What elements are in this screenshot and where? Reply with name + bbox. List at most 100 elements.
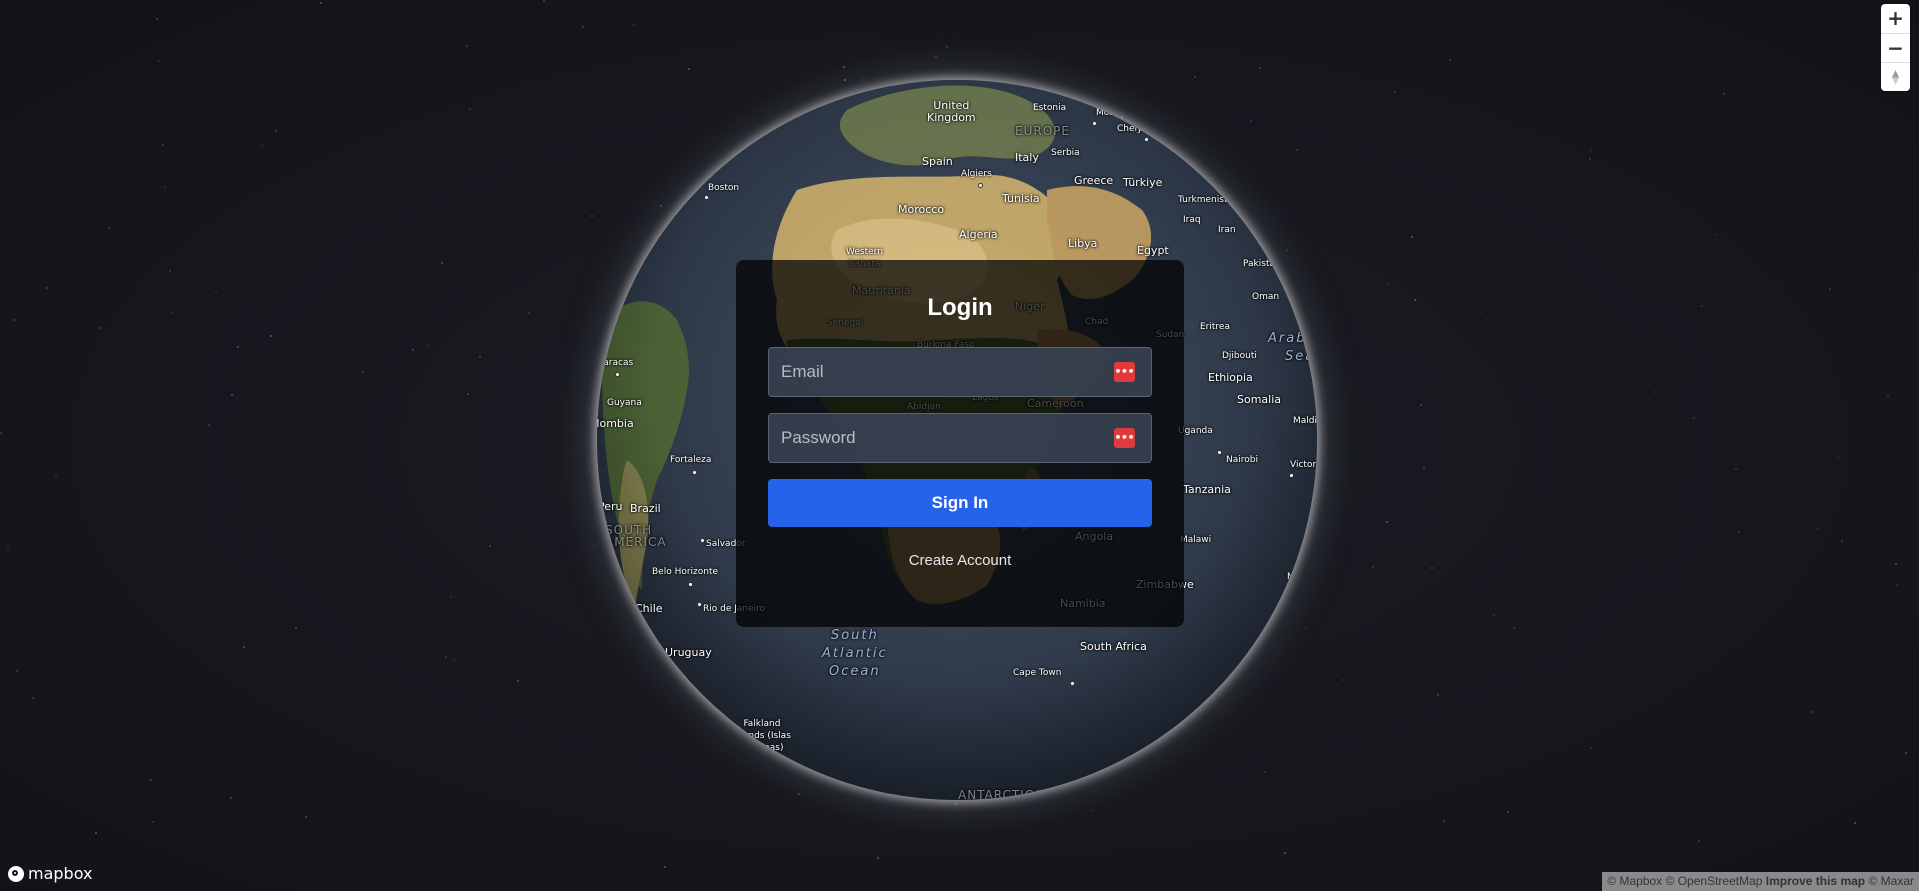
star	[1194, 76, 1196, 78]
star	[261, 145, 263, 147]
zoom-out-button[interactable]: −	[1881, 33, 1910, 62]
city-marker	[700, 538, 705, 543]
map-label-serbia: Serbia	[1051, 148, 1080, 158]
password-manager-icon[interactable]: •••	[1114, 362, 1135, 382]
star	[582, 26, 584, 28]
map-label-iran: Iran	[1218, 225, 1236, 235]
map-label-europe: EUROPE	[1015, 124, 1070, 138]
star	[591, 215, 593, 217]
star	[158, 60, 160, 62]
sign-in-button[interactable]: Sign In	[768, 479, 1152, 527]
star	[946, 46, 948, 48]
star	[877, 857, 879, 859]
star	[46, 287, 48, 289]
city-marker	[1217, 450, 1222, 455]
star	[1854, 822, 1856, 824]
star	[955, 803, 957, 805]
star	[13, 319, 15, 321]
star	[528, 312, 530, 314]
map-label-peru: Peru	[598, 500, 623, 513]
create-account-link[interactable]: Create Account	[736, 552, 1184, 569]
compass-button[interactable]	[1881, 62, 1910, 91]
star	[1693, 417, 1695, 419]
star	[162, 144, 164, 146]
star	[171, 312, 173, 314]
improve-map-link[interactable]: Improve this map	[1766, 874, 1865, 888]
map-attribution: © Mapbox © OpenStreetMap Improve this ma…	[1602, 872, 1919, 891]
attribution-osm[interactable]: © OpenStreetMap	[1666, 874, 1763, 888]
map-label-guyana: Guyana	[607, 398, 642, 408]
star	[215, 291, 217, 293]
map-label-boston: Boston	[708, 183, 740, 193]
mapbox-logo-text: mapbox	[28, 864, 93, 883]
star	[453, 659, 455, 661]
password-input[interactable]	[769, 414, 1099, 462]
password-field[interactable]: •••	[768, 413, 1152, 463]
star	[1493, 614, 1495, 616]
map-label-uruguay: Uruguay	[665, 646, 712, 659]
star	[1394, 91, 1396, 93]
map-label-iraq: Iraq	[1183, 215, 1201, 225]
star	[1449, 59, 1451, 61]
star	[1388, 283, 1390, 285]
star	[1423, 467, 1425, 469]
map-canvas[interactable]: United Kingdom Estonia Moscow EUROPE Serbia C…	[0, 0, 1919, 891]
city-marker	[1289, 473, 1294, 478]
star	[320, 2, 322, 4]
mapbox-logo[interactable]: mapbox	[8, 864, 92, 883]
map-label-maldives: Maldives	[1293, 416, 1317, 426]
map-label-pakistan: Pakistan	[1243, 259, 1281, 269]
map-label-arabian-sea: Arabian Sea	[1268, 331, 1317, 364]
mapbox-logo-icon	[8, 865, 24, 882]
map-label-south-africa: South Africa	[1080, 640, 1147, 653]
star	[1507, 811, 1509, 813]
attribution-maxar[interactable]: © Maxar	[1868, 874, 1914, 888]
star	[7, 549, 9, 551]
star	[362, 371, 364, 373]
star	[305, 816, 307, 818]
map-label-italy: Italy	[1015, 151, 1039, 164]
star	[467, 393, 469, 395]
star	[935, 56, 937, 58]
star	[1414, 299, 1416, 301]
password-manager-icon[interactable]: •••	[1114, 428, 1135, 448]
star	[543, 0, 545, 2]
city-marker	[704, 195, 709, 200]
star	[1811, 711, 1813, 713]
star	[479, 356, 481, 358]
star	[427, 345, 429, 347]
star	[1837, 456, 1839, 458]
star	[1342, 679, 1344, 681]
zoom-in-button[interactable]: +	[1881, 4, 1910, 33]
map-label-mauritius: Mauritius	[1287, 572, 1317, 582]
map-label-turkiye: Türkiye	[1123, 176, 1163, 189]
map-label-algeria: Algeria	[959, 228, 998, 241]
map-label-belo-horizonte: Belo Horizonte	[652, 567, 719, 577]
attribution-mapbox[interactable]: © Mapbox	[1607, 874, 1662, 888]
star	[688, 68, 690, 70]
map-label-estonia: Estonia	[1033, 103, 1067, 113]
city-marker	[688, 582, 693, 587]
map-label-falkland: Falkland Islands (Islas Malvinas)	[733, 719, 791, 753]
star	[275, 130, 277, 132]
star	[1654, 391, 1656, 393]
star	[1372, 566, 1374, 568]
map-label-tunisia: Tunisia	[1002, 192, 1040, 205]
email-input[interactable]	[769, 348, 1099, 396]
map-label-chile: Chile	[635, 602, 663, 615]
city-marker	[978, 183, 983, 188]
map-label-antarctica: ANTARCTICA	[958, 788, 1044, 800]
map-label-tanzania: Tanzania	[1183, 483, 1231, 496]
star	[237, 346, 239, 348]
email-field[interactable]: •••	[768, 347, 1152, 397]
star	[1723, 93, 1725, 95]
map-navigation-control: + −	[1881, 4, 1910, 91]
star	[1259, 67, 1261, 69]
map-label-united-kingdom: United Kingdom	[927, 99, 976, 124]
star	[1738, 531, 1740, 533]
star	[1841, 540, 1843, 542]
map-label-caracas: Caracas	[597, 358, 634, 368]
login-card: Login ••• ••• Sign In Create Account	[736, 260, 1184, 627]
star	[208, 424, 210, 426]
star	[1905, 752, 1907, 754]
